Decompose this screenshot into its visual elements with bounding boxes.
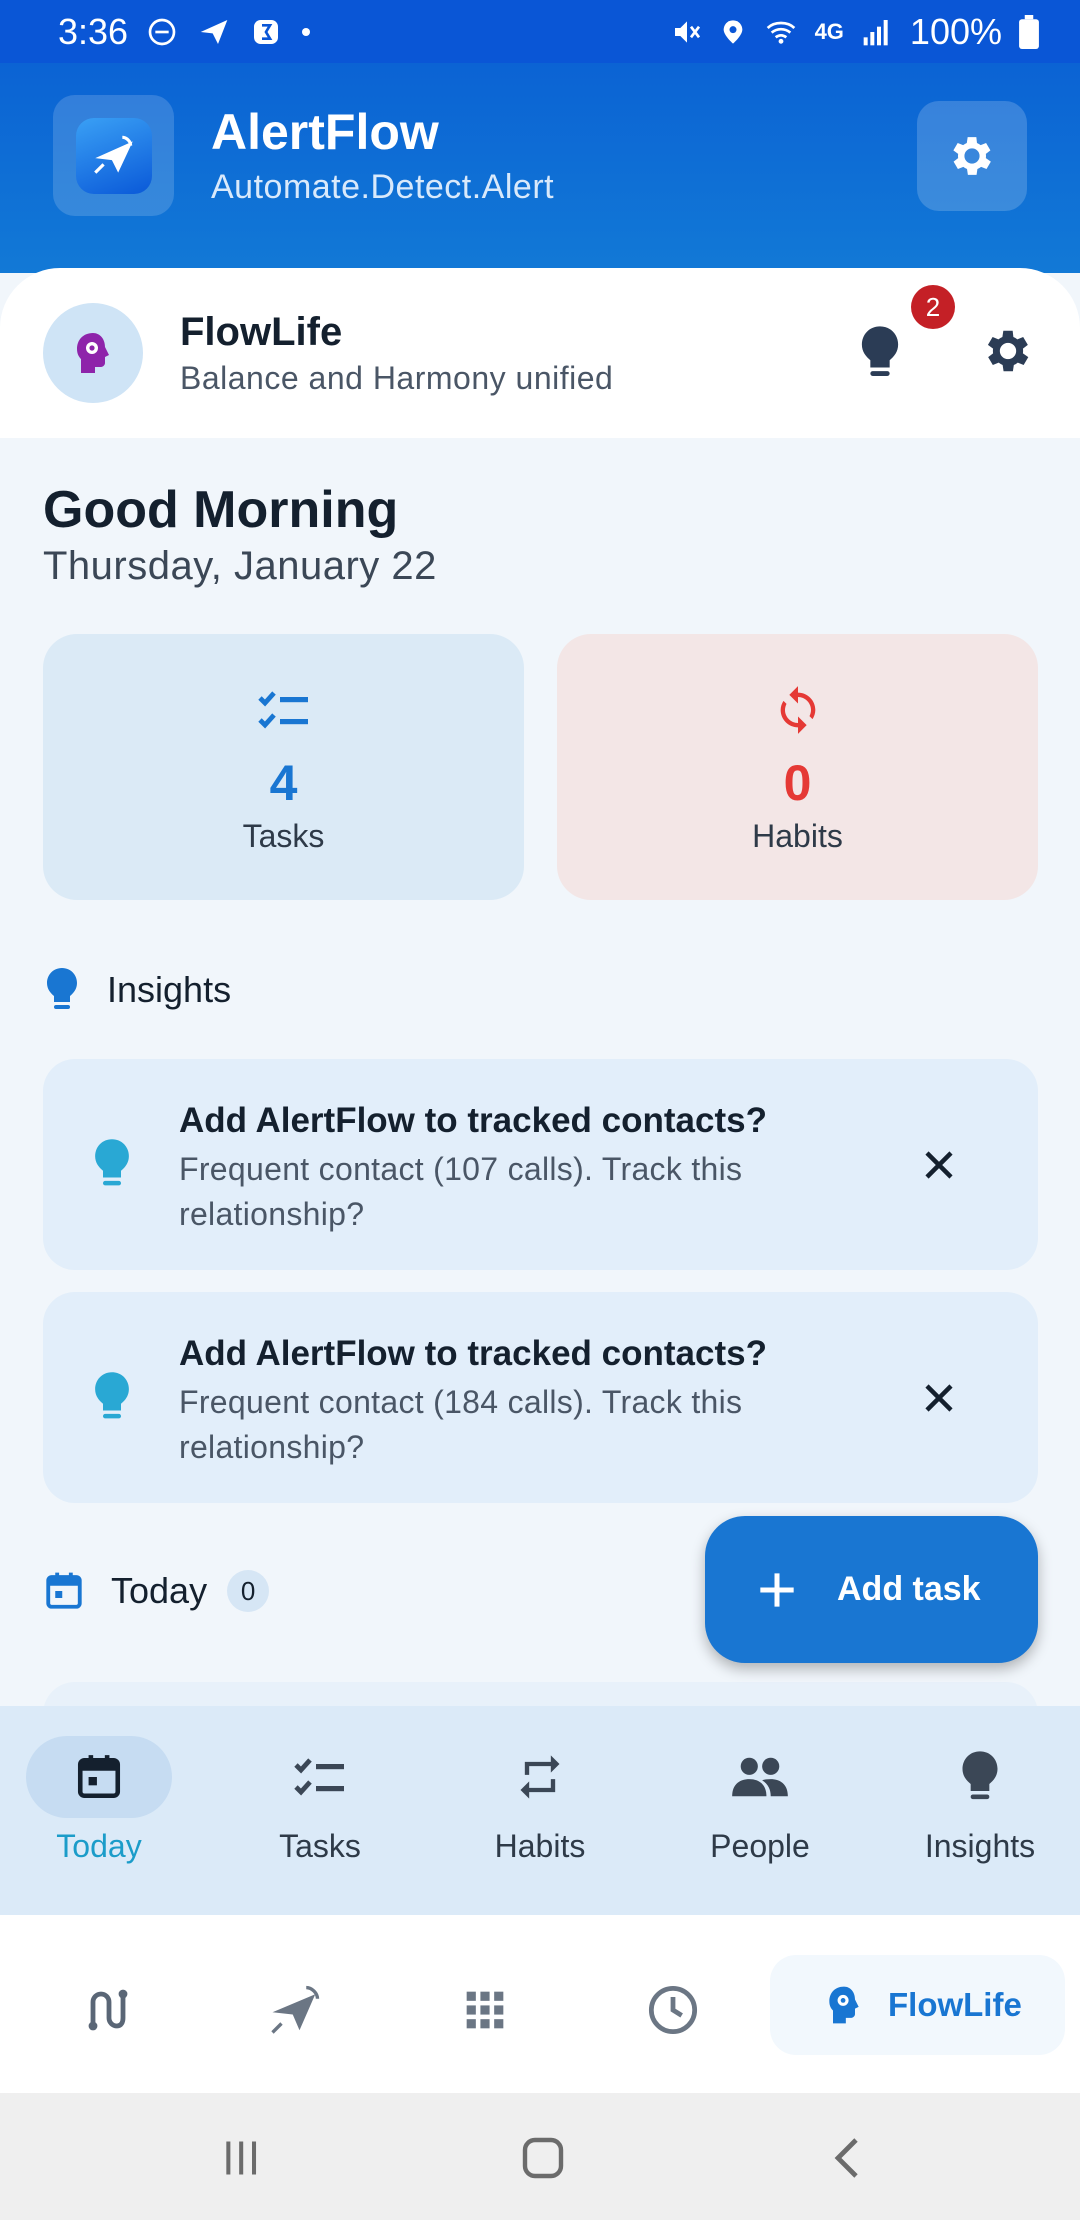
habits-stat-card[interactable]: 0 Habits [557,634,1038,900]
gear-icon [953,137,991,175]
dnd-icon [146,16,178,48]
checklist-icon [294,1758,344,1796]
nav-habits[interactable]: Habits [450,1736,630,1886]
notification-badge: 2 [911,285,955,329]
location-icon [719,16,747,48]
module-subtitle: Balance and Harmony unified [180,360,614,396]
app-title: AlertFlow [211,104,439,160]
insights-section-header: Insights [43,966,231,1014]
checklist-icon [257,691,308,729]
app-logo [53,95,174,216]
close-icon [925,1384,953,1412]
flowlife-icon [829,1986,859,2024]
battery-icon [1018,14,1040,49]
bulb-icon [861,326,899,376]
calendar-icon [46,1572,82,1609]
close-icon [925,1151,953,1179]
signal-icon [860,16,894,48]
plus-icon [760,1572,794,1607]
status-time: 3:36 [58,10,129,52]
tasks-count: 4 [269,755,298,811]
repeat-icon [520,1755,560,1799]
home-button[interactable] [508,2123,578,2193]
nav-people[interactable]: People [670,1736,850,1886]
send-status-icon [196,16,232,48]
insights-section-title: Insights [107,969,232,1010]
clock-icon [648,1985,698,2035]
paper-plane-icon [93,135,133,174]
calendar-icon [77,1755,121,1799]
nav-tasks[interactable]: Tasks [230,1736,410,1886]
nav-label: Insights [924,1828,1036,1864]
bulb-icon [95,1372,129,1419]
back-button[interactable] [811,2123,881,2193]
insight-card[interactable]: Add AlertFlow to tracked contacts? Frequ… [43,1292,1038,1503]
nav-today[interactable]: Today [9,1736,189,1886]
insight-description: Frequent contact (184 calls). Track this… [179,1384,743,1465]
mute-icon [671,16,703,48]
dot-icon [300,26,312,38]
today-section-header: Today 0 [43,1568,270,1614]
dismiss-insight-button[interactable] [909,1368,969,1428]
habits-count: 0 [783,755,812,811]
home-icon [522,2137,564,2179]
insight-description: Frequent contact (107 calls). Track this… [179,1151,743,1232]
bulb-icon [47,968,77,1009]
nav-label: Habits [494,1828,586,1864]
nav-label: Tasks [279,1828,361,1864]
add-task-button[interactable]: Add task [705,1516,1038,1663]
recents-icon [226,2141,257,2175]
today-count-badge: 0 [227,1570,270,1612]
app-bottom-nav: FlowLife [0,1915,1080,2093]
send-icon [271,1985,320,2034]
notifications-button[interactable] [850,323,910,383]
greeting-title: Good Morning [43,481,399,539]
nav-apps[interactable] [440,1965,530,2055]
battery-level: 100% [909,10,1002,52]
back-icon [834,2138,858,2178]
insight-title: Add AlertFlow to tracked contacts? [179,1334,767,1373]
route-icon [88,1989,128,2031]
insight-title: Add AlertFlow to tracked contacts? [179,1101,767,1140]
nav-history[interactable] [628,1965,718,2055]
nav-workflows[interactable] [60,1965,150,2055]
app-settings-button[interactable] [917,101,1027,211]
nav-flowlife[interactable]: FlowLife [770,1955,1065,2055]
network-type: 4G [814,18,844,44]
current-date: Thursday, January 22 [43,544,437,588]
status-bar: 3:36 4G 100% [0,0,1080,63]
bulb-icon [95,1139,129,1186]
people-icon [732,1757,788,1797]
nav-insights[interactable]: Insights [890,1736,1070,1886]
sync-icon [780,686,815,734]
tasks-stat-card[interactable]: 4 Tasks [43,634,524,900]
add-task-label: Add task [837,1570,981,1608]
app-header: AlertFlow Automate.Detect.Alert [0,63,1080,273]
nav-flowlife-label: FlowLife [888,1986,1022,2023]
apps-grid-icon [466,1991,504,2029]
insight-card[interactable]: Add AlertFlow to tracked contacts? Frequ… [43,1059,1038,1270]
today-section-title: Today [111,1570,208,1611]
flowlife-avatar [43,303,143,403]
module-header: FlowLife Balance and Harmony unified 2 [0,268,1080,438]
app-subtitle: Automate.Detect.Alert [211,168,555,206]
system-nav-bar [0,2093,1080,2220]
flowlife-bottom-nav: Today Tasks Habits People Insights [0,1706,1080,1915]
module-settings-button[interactable] [975,318,1041,384]
wifi-icon [763,16,799,48]
tasks-label: Tasks [242,818,325,854]
recents-button[interactable] [206,2123,276,2193]
habits-label: Habits [752,818,843,854]
module-title: FlowLife [180,310,343,354]
bulb-icon [962,1751,998,1800]
app-status-icon [250,16,282,48]
dismiss-insight-button[interactable] [909,1135,969,1195]
gear-icon [987,330,1029,372]
nav-label: People [710,1828,810,1864]
nav-alerts[interactable] [250,1965,340,2055]
head-gear-icon [77,333,109,373]
nav-label: Today [56,1828,142,1864]
